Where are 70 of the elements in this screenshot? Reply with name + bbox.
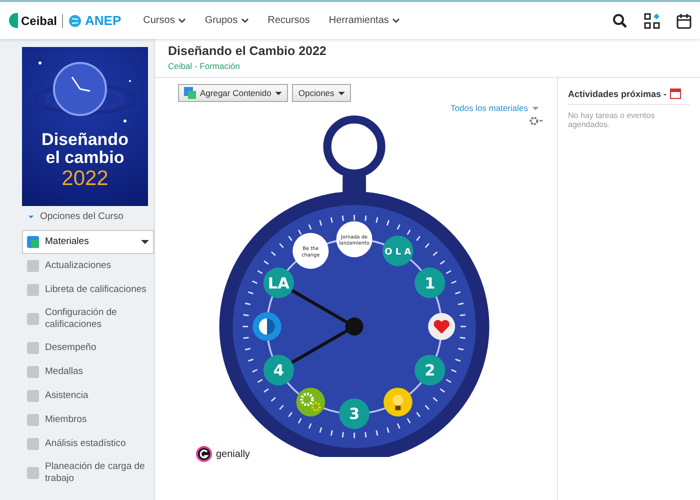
genially-brand: genially [216, 448, 250, 460]
search-icon[interactable] [612, 12, 628, 28]
marker-label: 4 [273, 362, 284, 380]
caret-icon [275, 90, 282, 96]
sidebar-item[interactable]: Miembros [22, 408, 154, 432]
caret-icon [28, 214, 34, 218]
item-icon [26, 365, 40, 379]
chevron-down-icon [392, 18, 400, 24]
marker-circle[interactable] [292, 232, 329, 269]
logo-text: ANEP [85, 13, 122, 28]
sidebar-item[interactable]: Libreta de calificaciones [22, 278, 154, 302]
sidebar-item[interactable]: Medallas [22, 360, 154, 384]
item-icon [26, 235, 40, 249]
nav-menu-item[interactable]: Herramientas [328, 15, 400, 26]
cover-year: 2022 [62, 167, 108, 191]
item-icon [26, 259, 40, 273]
marker-circle[interactable] [414, 354, 446, 386]
marker-label: 1 [424, 274, 436, 292]
apps-grid-icon[interactable] [644, 12, 660, 28]
empty-state-text: No hay tareas o eventos agendados. [568, 111, 656, 129]
logo-text: Ceibal [21, 14, 58, 28]
lightbulb-icon [384, 388, 412, 416]
marker-label: 2 [424, 362, 436, 380]
calendar-icon[interactable] [676, 12, 692, 28]
marker-circle[interactable] [414, 268, 446, 298]
nav-menu-item[interactable]: Recursos [268, 15, 310, 26]
upcoming-title: Actividades próximas - [568, 88, 667, 98]
chevron-down-icon [240, 18, 249, 24]
caret-icon [532, 106, 539, 110]
marker-circle[interactable] [263, 268, 294, 298]
sidebar-item[interactable]: Análisis estadístico [22, 432, 154, 456]
item-icon [26, 341, 40, 355]
sidebar-item[interactable]: Asistencia [22, 384, 154, 408]
nav-menu-item[interactable]: Cursos [143, 15, 186, 26]
sidebar-item[interactable]: Configuración de calificaciones [22, 302, 154, 336]
nav-menu-item[interactable]: Grupos [204, 15, 249, 26]
sidebar-item[interactable]: Desempeño [22, 336, 154, 360]
item-icon [26, 283, 40, 297]
gear-icon[interactable] [529, 116, 543, 126]
toolbar-button[interactable]: Agregar Contenido [178, 84, 288, 102]
marker-circle[interactable] [336, 221, 372, 258]
gears-icon [296, 388, 326, 416]
logo[interactable]: Ceibal ANEP [9, 13, 122, 28]
materials-filter-link[interactable]: Todos los materiales [450, 103, 528, 113]
globe-icon [68, 14, 82, 28]
marker-circle[interactable] [339, 398, 370, 430]
item-icon [26, 312, 40, 326]
item-icon [26, 413, 40, 427]
marker-circle[interactable] [263, 354, 294, 386]
sidebar-item[interactable]: Actualizaciones [22, 254, 154, 278]
marker-label: 3 [348, 405, 360, 424]
caret-icon [141, 239, 149, 245]
marker-circle[interactable] [382, 236, 414, 266]
course-title: Diseñando el Cambio 2022 [168, 44, 328, 58]
course-options-toggle[interactable]: Opciones del Curso [40, 211, 124, 222]
item-icon [26, 437, 40, 451]
crescent-icon [9, 13, 18, 28]
marker-label: O L A [384, 248, 412, 258]
content-icon [184, 87, 196, 99]
item-icon [26, 466, 40, 480]
chevron-down-icon [178, 18, 186, 24]
marker-label: LA [268, 274, 290, 292]
caret-icon [338, 90, 346, 96]
sidebar-item[interactable]: Planeación de carga de trabajo [22, 456, 154, 490]
genially-logo-icon [196, 446, 212, 462]
sidebar-item[interactable]: Materiales [22, 230, 154, 254]
cover-title: Diseñando el cambio [42, 131, 128, 167]
toolbar-button[interactable]: Opciones [292, 84, 352, 102]
item-icon [26, 389, 40, 403]
half-circle-icon [252, 312, 282, 341]
